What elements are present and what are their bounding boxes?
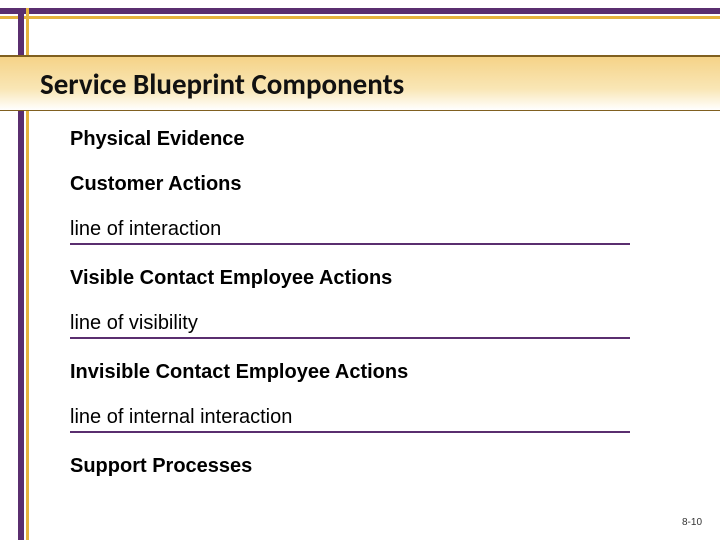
label-support-processes: Support Processes (70, 455, 680, 478)
label-customer-actions: Customer Actions (70, 173, 680, 196)
line-of-internal-interaction: line of internal interaction (70, 406, 630, 433)
page-title: Service Blueprint Components (40, 66, 404, 102)
label-physical-evidence: Physical Evidence (70, 128, 680, 151)
label-visible-contact: Visible Contact Employee Actions (70, 267, 680, 290)
line-of-visibility: line of visibility (70, 312, 630, 339)
line-of-interaction: line of interaction (70, 218, 630, 245)
top-gold-bar (0, 16, 720, 19)
label-invisible-contact: Invisible Contact Employee Actions (70, 361, 680, 384)
top-purple-bar (0, 8, 720, 14)
page-number: 8-10 (682, 517, 702, 528)
title-bar: Service Blueprint Components (0, 55, 720, 111)
content-area: Physical Evidence Customer Actions line … (70, 128, 680, 478)
